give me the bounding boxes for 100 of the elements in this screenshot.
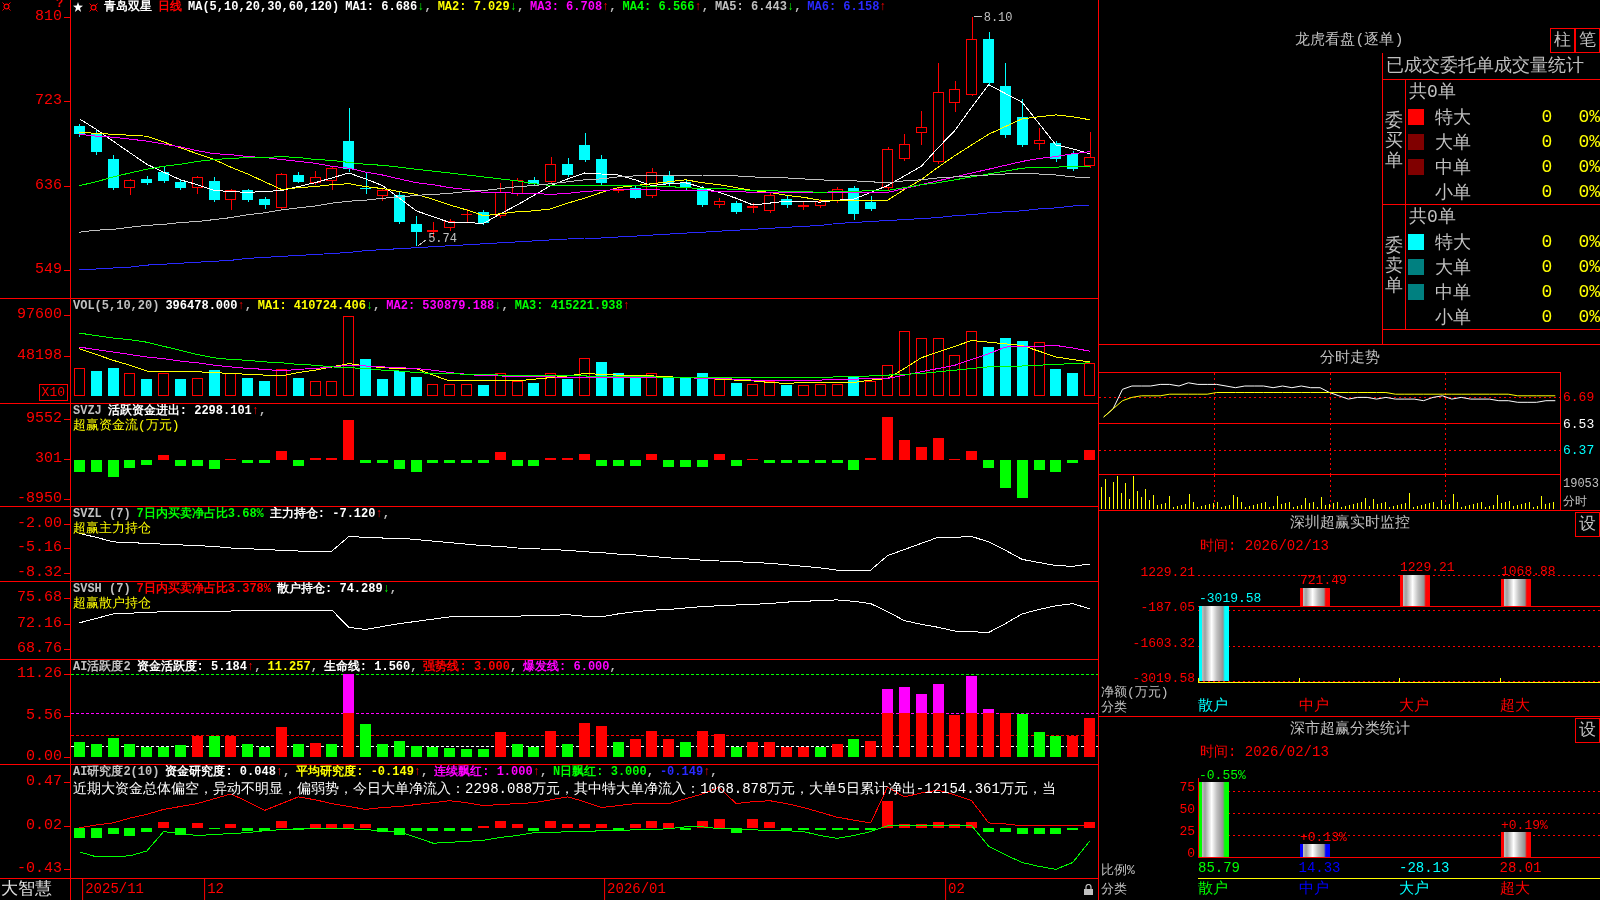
activity-bar <box>630 739 641 758</box>
activity-bar <box>343 674 354 713</box>
candlestick <box>949 80 960 113</box>
activity-bar <box>343 713 354 758</box>
activity-bar <box>495 732 506 758</box>
research-bar <box>512 823 523 828</box>
axis-label: 75.68 <box>17 590 62 605</box>
activity-bar <box>798 746 809 758</box>
indicator-label: 资金活跃度: 5.184↑, <box>136 660 262 674</box>
candlestick <box>360 172 371 195</box>
volume-bar <box>293 378 304 396</box>
settings-button[interactable]: 设 <box>1575 718 1600 743</box>
activity-bar <box>596 726 607 758</box>
research-bar <box>528 827 539 831</box>
volume-bar <box>815 384 826 396</box>
flow-bar <box>882 417 893 461</box>
volume-bar <box>865 380 876 396</box>
axis-title: 比例% <box>1101 863 1135 878</box>
candlestick <box>714 197 725 209</box>
research-bar <box>949 823 960 828</box>
indicator-label: 生命线: 1.560, <box>323 660 418 674</box>
axis-label: 75 <box>1179 781 1195 795</box>
date-label: 2025/11 <box>82 879 144 900</box>
indicator-label: MA3: 415221.938↑ <box>514 299 630 313</box>
flow-bar <box>158 454 169 461</box>
indicator-label: N日飘红: 3.000, <box>553 765 654 779</box>
activity-bar <box>865 740 876 758</box>
research-bar <box>74 827 85 839</box>
order-count: 0 <box>1541 306 1553 327</box>
candlestick <box>731 200 742 215</box>
volume-bar <box>108 367 119 396</box>
axis-label: 6.53 <box>1563 417 1595 430</box>
volume-bar <box>478 385 489 396</box>
volume-bar <box>848 375 859 396</box>
activity-bar <box>377 743 388 758</box>
volume-bar <box>225 373 236 396</box>
price-extreme-label: 8.10 <box>973 10 1013 25</box>
flow-bar <box>293 460 304 466</box>
indicator-label: MA6: 6.158↑ <box>807 0 887 14</box>
research-bar <box>579 823 590 828</box>
candlestick <box>512 177 523 197</box>
flow-bar <box>697 460 708 467</box>
research-bar <box>815 827 826 830</box>
view-toggle-button[interactable]: 笔 <box>1575 28 1600 53</box>
flow-bar <box>613 460 624 466</box>
activity-bar <box>747 741 758 758</box>
table-title: 已成交委托单成交量统计 <box>1386 56 1584 76</box>
activity-bar <box>478 748 489 758</box>
volume-bar <box>326 380 337 396</box>
candlestick <box>882 146 893 190</box>
candlestick <box>192 175 203 195</box>
candlestick <box>916 110 927 146</box>
axis-label: 分时 <box>1563 496 1587 508</box>
candlestick <box>663 170 674 187</box>
annotation: 8.10 <box>983 10 1013 25</box>
axis-label: -1603.32 <box>1132 636 1195 650</box>
candlestick <box>158 165 169 184</box>
lock-icon[interactable] <box>1084 884 1093 895</box>
candlestick <box>528 176 539 187</box>
panel-title: 龙虎看盘(逐单) <box>1295 31 1404 51</box>
axis-label: -0.43 <box>17 862 62 877</box>
candlestick <box>209 176 220 203</box>
volume-bar <box>949 355 960 396</box>
candlestick <box>141 175 152 186</box>
candlestick <box>259 196 270 210</box>
axis-label: -8.32 <box>17 565 62 580</box>
order-size-label: 中单 <box>1435 281 1471 304</box>
app-name: 大智慧 <box>1 880 52 899</box>
activity-bar <box>848 739 859 758</box>
candlestick <box>697 185 708 208</box>
order-size-label: 特大 <box>1435 231 1471 254</box>
candlestick <box>1017 98 1028 148</box>
category-label: 大户 <box>1399 698 1429 715</box>
ring-icon <box>2 2 11 11</box>
value-label: 28.01 <box>1499 859 1542 878</box>
order-count: 0 <box>1541 156 1553 177</box>
activity-bar <box>293 743 304 758</box>
flow-bar <box>663 460 674 467</box>
activity-bar <box>108 737 119 758</box>
flow-bar <box>512 460 523 466</box>
view-toggle-button[interactable]: 柱 <box>1550 28 1575 53</box>
axis-label: 97600 <box>17 308 62 323</box>
candlestick <box>646 167 657 199</box>
date-label: 2026/01 <box>604 879 666 900</box>
activity-bar <box>680 741 691 758</box>
candlestick <box>579 132 590 163</box>
order-total: 共0单 <box>1409 82 1456 102</box>
candlestick <box>815 198 826 209</box>
activity-bar <box>528 746 539 758</box>
activity-bar <box>141 746 152 758</box>
axis-label: 0.00 <box>26 750 62 764</box>
order-size-label: 小单 <box>1435 181 1471 204</box>
category-label: 大户 <box>1399 881 1429 898</box>
star-icon <box>73 2 83 12</box>
settings-button[interactable]: 设 <box>1575 512 1600 537</box>
activity-bar <box>579 722 590 758</box>
axis-label: -8950 <box>17 492 62 507</box>
axis-label: 723 <box>35 94 62 109</box>
activity-bar <box>697 730 708 758</box>
research-bar <box>613 827 624 831</box>
